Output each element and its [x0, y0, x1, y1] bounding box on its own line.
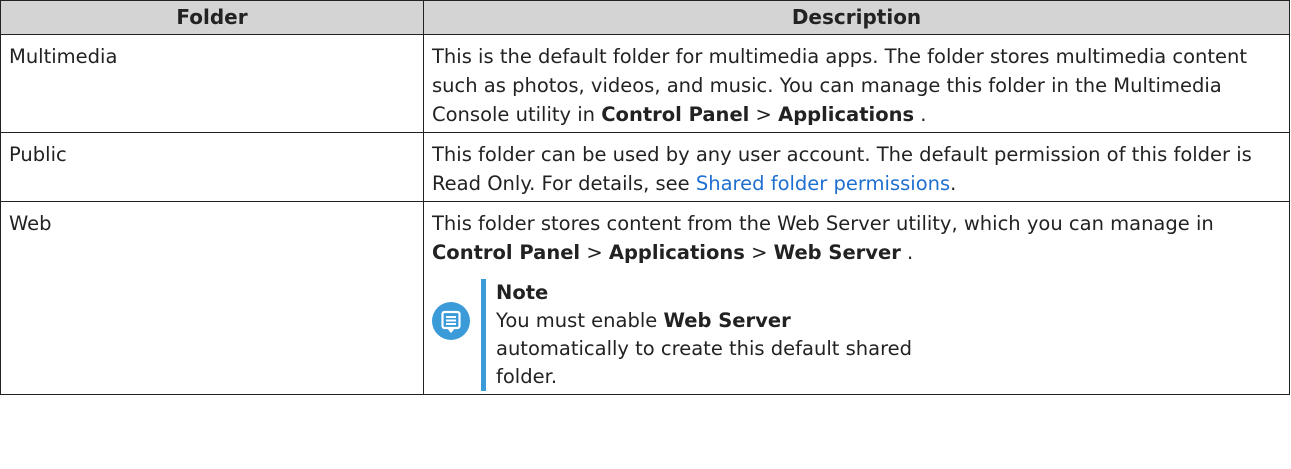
ui-path-control-panel: Control Panel: [601, 103, 750, 126]
folder-name-cell: Multimedia: [0, 34, 424, 133]
note-bold-web-server: Web Server: [663, 309, 791, 332]
note-accent-bar: [481, 279, 486, 391]
ui-path-applications: Applications: [778, 103, 915, 126]
folders-table: Folder Description Multimedia This is th…: [0, 0, 1290, 395]
description-end: .: [950, 172, 957, 195]
description-cell: This folder can be used by any user acco…: [423, 132, 1290, 202]
folder-name-cell: Public: [0, 132, 424, 202]
description-cell: This is the default folder for multimedi…: [423, 34, 1290, 133]
path-separator: >: [580, 241, 609, 264]
note-text-end: automatically to create this default sha…: [496, 337, 913, 388]
note-text: You must enable Web Server automatically…: [496, 307, 916, 391]
path-separator: >: [749, 103, 779, 126]
ui-path-applications: Applications: [608, 241, 745, 264]
note-body: Note You must enable Web Server automati…: [496, 279, 1281, 391]
table-row-multimedia: Multimedia This is the default folder fo…: [0, 34, 1290, 133]
description-cell: This folder stores content from the Web …: [423, 201, 1290, 395]
note-icon: [432, 302, 470, 340]
shared-folder-permissions-link[interactable]: Shared folder permissions: [696, 172, 950, 195]
column-header-folder: Folder: [0, 0, 424, 35]
note-title: Note: [496, 281, 549, 304]
description-paragraph: This folder stores content from the Web …: [432, 209, 1281, 267]
description-end: .: [900, 241, 914, 264]
note-callout: Note You must enable Web Server automati…: [432, 279, 1281, 391]
path-separator: >: [744, 241, 774, 264]
table-header-row: Folder Description: [0, 0, 1290, 35]
table-row-web: Web This folder stores content from the …: [0, 201, 1290, 395]
description-text: This folder stores content from the Web …: [432, 212, 1214, 235]
ui-path-control-panel: Control Panel: [432, 241, 581, 264]
folder-name-cell: Web: [0, 201, 424, 395]
note-text-start: You must enable: [496, 309, 664, 332]
table-row-public: Public This folder can be used by any us…: [0, 132, 1290, 202]
column-header-description: Description: [423, 0, 1290, 35]
description-end: .: [914, 103, 927, 126]
ui-path-web-server: Web Server: [773, 241, 901, 264]
